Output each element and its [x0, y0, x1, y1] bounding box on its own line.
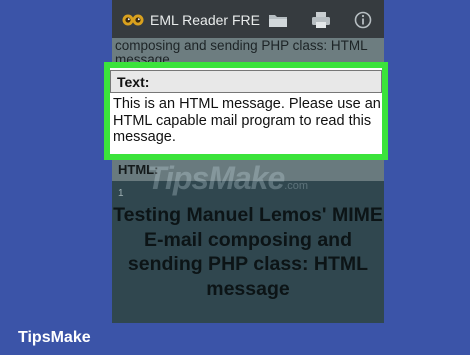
watermark: TipsMake.com	[147, 160, 337, 196]
watermark-text: TipsMake	[147, 160, 285, 196]
printer-icon[interactable]	[311, 11, 331, 29]
info-icon[interactable]	[353, 11, 373, 29]
html-heading: Testing Manuel Lemos' MIME E-mail compos…	[113, 204, 383, 300]
footer-bar: TipsMake	[0, 323, 470, 355]
app-title: EML Reader FRE	[150, 12, 260, 28]
brand-logo: TipsMake	[18, 329, 91, 346]
app-owl-icon	[122, 14, 144, 26]
text-body: This is an HTML message. Please use an H…	[113, 96, 381, 145]
folder-icon[interactable]	[268, 11, 288, 29]
app-toolbar: EML Reader FRE	[112, 0, 384, 40]
watermark-suffix: .com	[284, 180, 309, 192]
page-number: 1	[118, 188, 124, 199]
text-label: Text:	[110, 70, 382, 93]
text-panel: Text: This is an HTML message. Please us…	[110, 68, 382, 154]
